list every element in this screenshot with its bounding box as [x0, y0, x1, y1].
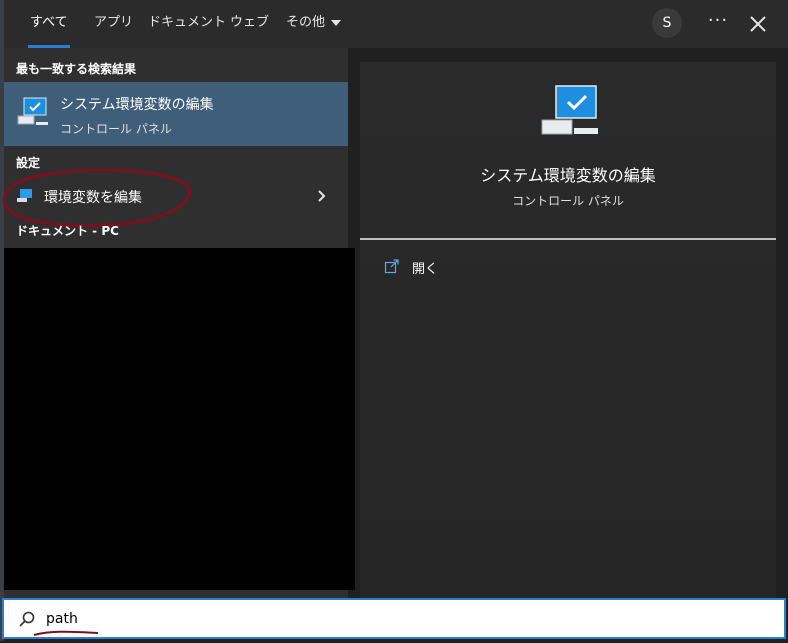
- more-options-icon[interactable]: ···: [704, 10, 732, 38]
- search-bar[interactable]: [2, 598, 786, 639]
- chevron-down-icon: [331, 19, 342, 26]
- preview-pane: システム環境変数の編集 コントロール パネル 開く: [360, 62, 776, 600]
- best-match-header: 最も一致する検索結果: [16, 62, 137, 76]
- best-match-subtitle: コントロール パネル: [60, 122, 172, 136]
- annotation-underline: [30, 624, 102, 636]
- results-pane: 最も一致する検索結果 システム環境変数の編集 コントロール パネル 設定 環境変…: [3, 48, 355, 600]
- top-bar: すべて アプリ ドキュメント ウェブ その他 S ···: [4, 0, 788, 48]
- computer-settings-icon: [16, 96, 50, 130]
- tab-web[interactable]: ウェブ: [218, 0, 281, 48]
- preview-divider: [360, 238, 776, 240]
- preview-subtitle: コントロール パネル: [512, 194, 624, 208]
- annotation-circle: [0, 166, 194, 228]
- user-avatar[interactable]: S: [652, 8, 682, 38]
- documents-header: ドキュメント - PC: [16, 224, 119, 238]
- search-input[interactable]: [46, 608, 746, 630]
- open-external-icon: [384, 258, 400, 274]
- close-icon[interactable]: [744, 10, 772, 38]
- start-search-window: すべて アプリ ドキュメント ウェブ その他 S ··· 最も一致する検索結果 …: [0, 0, 788, 641]
- open-action-label: 開く: [412, 262, 439, 277]
- redacted-results-area: [4, 248, 355, 590]
- tab-more[interactable]: その他: [274, 0, 353, 48]
- best-match-title: システム環境変数の編集: [60, 97, 214, 113]
- chevron-right-icon: [316, 188, 328, 204]
- computer-settings-icon: [538, 84, 602, 140]
- best-match-result[interactable]: システム環境変数の編集 コントロール パネル: [4, 82, 348, 146]
- preview-title: システム環境変数の編集: [480, 166, 656, 185]
- tab-all[interactable]: すべて: [18, 0, 80, 48]
